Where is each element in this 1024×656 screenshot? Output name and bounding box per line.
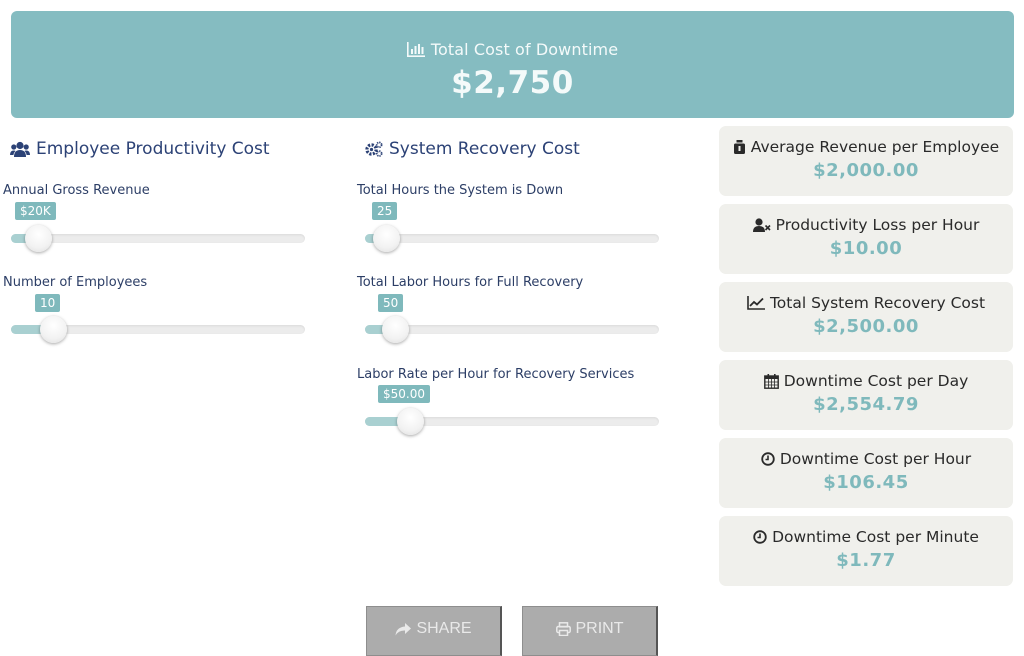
slider-thumb[interactable]: [39, 316, 67, 343]
annual-gross-revenue-slider[interactable]: [11, 225, 305, 252]
card-label: Total System Recovery Cost: [769, 294, 986, 312]
total-cost-value: $2,750: [451, 65, 574, 101]
share-button[interactable]: SHARE: [366, 606, 502, 656]
slider-thumb[interactable]: [25, 225, 53, 252]
card-label-row: Downtime Cost per Day: [719, 372, 1013, 390]
share-icon: [395, 622, 412, 636]
cogs-icon: [365, 141, 383, 157]
number-of-employees-value: 10: [35, 294, 61, 312]
result-card-cost-per-hour: Downtime Cost per Hour $106.45: [719, 438, 1013, 508]
annual-gross-revenue-value: $20K: [15, 202, 56, 220]
card-label-row: Average Revenue per Employee: [719, 138, 1013, 156]
card-label: Downtime Cost per Day: [783, 372, 969, 390]
card-value: $1.77: [836, 550, 896, 571]
card-label: Downtime Cost per Minute: [772, 528, 979, 546]
card-label: Productivity Loss per Hour: [775, 216, 980, 234]
employee-section-title: Employee Productivity Cost: [10, 139, 270, 159]
hours-down-label: Total Hours the System is Down: [357, 183, 564, 198]
banner-title-row: Total Cost of Downtime: [11, 40, 1014, 59]
card-value: $2,554.79: [813, 394, 919, 415]
card-label-row: Downtime Cost per Hour: [719, 450, 1013, 468]
print-button[interactable]: PRINT: [522, 606, 658, 656]
card-label-row: Productivity Loss per Hour: [719, 216, 1013, 234]
slider-thumb[interactable]: [396, 408, 424, 435]
slider-thumb[interactable]: [373, 225, 401, 252]
print-label: PRINT: [575, 620, 624, 637]
result-card-cost-per-minute: Downtime Cost per Minute $1.77: [719, 516, 1013, 586]
card-value: $2,000.00: [813, 160, 919, 181]
result-card-avg-revenue: Average Revenue per Employee $2,000.00: [719, 126, 1013, 196]
clock-icon: [761, 452, 775, 466]
number-of-employees-label: Number of Employees: [3, 275, 148, 290]
card-label-row: Total System Recovery Cost: [719, 294, 1013, 312]
hours-down-slider[interactable]: [365, 225, 659, 252]
card-value: $10.00: [829, 238, 903, 259]
total-cost-banner: Total Cost of Downtime $2,750: [11, 11, 1014, 118]
share-label: SHARE: [416, 620, 472, 637]
money-bag-icon: [733, 140, 746, 154]
bar-chart-icon: [406, 42, 425, 57]
recovery-section-title: System Recovery Cost: [365, 139, 580, 159]
labor-rate-value: $50.00: [378, 385, 430, 403]
hours-down-value: 25: [372, 202, 398, 220]
labor-hours-label: Total Labor Hours for Full Recovery: [357, 275, 584, 290]
labor-rate-label: Labor Rate per Hour for Recovery Service…: [357, 367, 635, 382]
result-card-recovery-cost: Total System Recovery Cost $2,500.00: [719, 282, 1013, 352]
card-label: Average Revenue per Employee: [750, 138, 1000, 156]
print-icon: [555, 622, 571, 636]
number-of-employees-slider[interactable]: [11, 316, 305, 343]
result-card-cost-per-day: Downtime Cost per Day $2,554.79: [719, 360, 1013, 430]
card-label-row: Downtime Cost per Minute: [719, 528, 1013, 546]
clock-icon: [753, 530, 767, 544]
result-card-productivity-loss: Productivity Loss per Hour $10.00: [719, 204, 1013, 274]
employee-section-label: Employee Productivity Cost: [36, 139, 270, 159]
banner-title: Total Cost of Downtime: [430, 40, 619, 59]
card-label: Downtime Cost per Hour: [779, 450, 972, 468]
labor-hours-slider[interactable]: [365, 316, 659, 343]
line-chart-icon: [747, 296, 765, 310]
annual-gross-revenue-label: Annual Gross Revenue: [3, 183, 150, 198]
users-icon: [10, 141, 30, 157]
recovery-section-label: System Recovery Cost: [389, 139, 580, 159]
user-times-icon: [752, 218, 771, 232]
labor-hours-value: 50: [378, 294, 404, 312]
card-value: $106.45: [823, 472, 909, 493]
labor-rate-slider[interactable]: [365, 408, 659, 435]
calendar-icon: [763, 373, 779, 389]
slider-thumb[interactable]: [381, 316, 409, 343]
card-value: $2,500.00: [813, 316, 919, 337]
